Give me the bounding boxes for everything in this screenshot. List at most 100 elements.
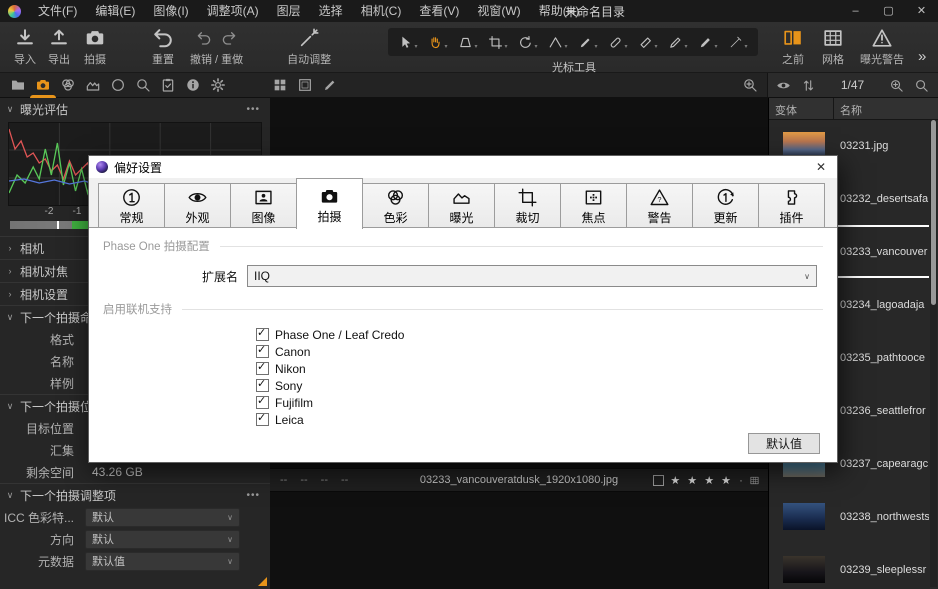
menu-item-4[interactable]: 图层 <box>268 0 310 22</box>
focus-tab-icon <box>583 187 604 208</box>
filmstrip-scrollbar[interactable] <box>930 120 937 587</box>
menu-item-2[interactable]: 图像(I) <box>144 0 197 22</box>
tab-focus[interactable]: 焦点 <box>560 183 627 228</box>
tab-eye[interactable]: 外观 <box>164 183 231 228</box>
filename-label: 03238_northwests <box>840 511 929 523</box>
list-item[interactable]: 03238_northwests <box>769 490 929 543</box>
tab-venn[interactable]: 色彩 <box>362 183 429 228</box>
export-button[interactable]: 导出 <box>48 27 70 67</box>
info-icon[interactable] <box>185 77 201 93</box>
chevron-down-icon: ∨ <box>0 401 20 412</box>
value-dropdown[interactable]: 默认∨ <box>85 530 240 549</box>
clipboard-icon[interactable] <box>160 77 176 93</box>
crop-tool[interactable]: ▾ <box>483 34 513 50</box>
search-icon[interactable] <box>914 78 929 93</box>
checkbox-checked-icon[interactable] <box>256 362 269 375</box>
checkbox-checked-icon[interactable] <box>256 328 269 341</box>
before-after-button[interactable]: 之前 <box>782 27 804 67</box>
grid-button[interactable]: 网格 <box>822 27 844 67</box>
pointer-tool[interactable]: ▾ <box>393 34 423 50</box>
extension-select[interactable]: IIQ ∨ <box>247 265 817 287</box>
panel-menu-icon[interactable]: ••• <box>246 104 260 115</box>
color-tag-dot[interactable]: · <box>739 473 743 487</box>
circle-icon[interactable] <box>110 77 126 93</box>
tab-warning[interactable]: ?警告 <box>626 183 693 228</box>
tag-checkbox[interactable] <box>653 475 664 486</box>
menu-item-3[interactable]: 调整项(A) <box>198 0 268 22</box>
tab-camera[interactable]: 拍摄 <box>296 178 363 229</box>
sort-icon[interactable] <box>801 78 816 93</box>
tab-image[interactable]: 图像 <box>230 183 297 228</box>
crop-preview-tool[interactable]: ▾ <box>453 34 483 50</box>
heal-tool[interactable]: ▾ <box>603 34 633 50</box>
tab-exposure[interactable]: 曝光 <box>428 183 495 228</box>
straighten-tool[interactable]: ▾ <box>543 34 573 50</box>
chevron-right-icon: › <box>0 266 20 276</box>
value-dropdown[interactable]: 默认值∨ <box>85 552 240 571</box>
brush-icon[interactable] <box>322 77 338 93</box>
tab-circled-one[interactable]: 常规 <box>98 183 165 228</box>
exposure-panel-title: 曝光评估 <box>20 101 68 118</box>
levels-icon[interactable] <box>85 77 101 93</box>
pen-tool[interactable]: ▾ <box>663 34 693 50</box>
exposure-warning-button[interactable]: 曝光警告 <box>860 27 904 67</box>
rotate-tool[interactable]: ▾ <box>513 34 543 50</box>
menu-item-7[interactable]: 查看(V) <box>410 0 468 22</box>
tab-plugin[interactable]: 插件 <box>758 183 825 228</box>
fill-mask-tool[interactable]: ▾ <box>693 34 723 50</box>
menu-item-0[interactable]: 文件(F) <box>29 0 86 22</box>
capture-button[interactable]: 拍摄 <box>84 27 106 67</box>
tab-update[interactable]: 更新 <box>692 183 759 228</box>
loupe-icon[interactable] <box>135 77 151 93</box>
adjustments-panel-header[interactable]: ∨ 下一个拍摄调整项 ••• <box>0 483 270 506</box>
column-variants[interactable]: 变体 <box>775 102 797 118</box>
document-title: 未命名目录 <box>565 3 625 20</box>
minimize-button[interactable]: – <box>839 0 872 22</box>
pencil-tool[interactable]: ▾ <box>723 34 753 50</box>
checkbox-checked-icon[interactable] <box>256 413 269 426</box>
toolbar-overflow-chevron[interactable]: » <box>918 48 926 65</box>
scrollbar-thumb[interactable] <box>931 120 936 305</box>
menu-item-5[interactable]: 选择 <box>310 0 352 22</box>
chevron-down-icon: ∨ <box>227 513 233 522</box>
zoom-plus-icon[interactable] <box>889 78 904 93</box>
brush-tool[interactable]: ▾ <box>573 34 603 50</box>
single-view-icon[interactable] <box>297 77 313 93</box>
pan-tool[interactable]: ▾ <box>423 34 453 50</box>
folder-icon[interactable] <box>10 77 26 93</box>
metadata-grid-icon[interactable] <box>749 475 760 486</box>
dialog-close-button[interactable]: ✕ <box>805 160 837 174</box>
venn-icon[interactable] <box>60 77 76 93</box>
row-label: ICC 色彩特... <box>0 509 74 526</box>
camera-icon[interactable] <box>35 77 51 93</box>
exposure-panel-header[interactable]: ∨ 曝光评估 ••• <box>0 98 270 120</box>
erase-tool[interactable]: ▾ <box>633 34 663 50</box>
menu-item-8[interactable]: 视窗(W) <box>468 0 529 22</box>
column-name[interactable]: 名称 <box>840 102 862 118</box>
eye-icon[interactable] <box>776 78 791 93</box>
reset-button[interactable]: 重置 <box>152 27 174 67</box>
menu-item-1[interactable]: 编辑(E) <box>86 0 144 22</box>
section-tether: 启用联机支持 <box>103 301 823 317</box>
tab-crop[interactable]: 裁切 <box>494 183 561 228</box>
redo-icon[interactable] <box>220 29 238 47</box>
star-rating[interactable]: ★ ★ ★ ★ <box>670 474 733 487</box>
close-button[interactable]: ✕ <box>905 0 938 22</box>
grid-view-icon[interactable] <box>272 77 288 93</box>
brush-icon <box>578 35 593 50</box>
checkbox-checked-icon[interactable] <box>256 345 269 358</box>
list-item[interactable]: 03239_sleeplessr <box>769 543 929 589</box>
defaults-button[interactable]: 默认值 <box>748 433 820 454</box>
gear-icon[interactable] <box>210 77 226 93</box>
value-dropdown[interactable]: 默认∨ <box>85 508 240 527</box>
maximize-button[interactable]: ▢ <box>872 0 905 22</box>
import-button[interactable]: 导入 <box>14 27 36 67</box>
checkbox-checked-icon[interactable] <box>256 379 269 392</box>
pen-icon <box>668 35 683 50</box>
zoom-plus-icon[interactable] <box>742 77 758 93</box>
undo-icon[interactable] <box>195 29 213 47</box>
menu-item-6[interactable]: 相机(C) <box>352 0 411 22</box>
auto-adjust-button[interactable]: 自动调整 <box>287 27 331 67</box>
checkbox-checked-icon[interactable] <box>256 396 269 409</box>
panel-menu-icon[interactable]: ••• <box>246 490 260 501</box>
